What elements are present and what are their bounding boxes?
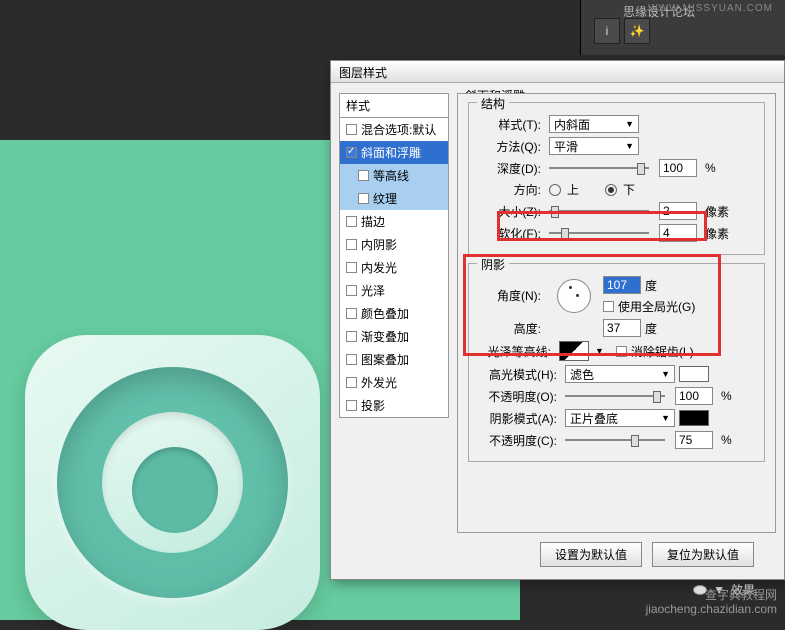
checkbox-icon[interactable] — [346, 262, 357, 273]
wand-icon[interactable]: ✨ — [624, 18, 650, 44]
sidebar-item-label: 渐变叠加 — [361, 328, 409, 345]
dialog-buttons: 设置为默认值 复位为默认值 — [540, 542, 754, 567]
depth-unit: % — [705, 161, 716, 175]
set-default-button[interactable]: 设置为默认值 — [540, 542, 642, 567]
sidebar-item[interactable]: 纹理 — [340, 187, 448, 210]
highlight-mode-select[interactable]: 滤色▼ — [565, 365, 675, 383]
style-sidebar: 样式 混合选项:默认斜面和浮雕等高线纹理描边内阴影内发光光泽颜色叠加渐变叠加图案… — [339, 93, 449, 418]
highlight-opacity-unit: % — [721, 389, 732, 403]
chevron-down-icon: ▼ — [661, 369, 670, 379]
direction-up-radio[interactable] — [549, 184, 561, 196]
direction-label: 方向: — [479, 181, 541, 198]
artwork-inner — [102, 412, 243, 553]
checkbox-icon[interactable] — [346, 354, 357, 365]
sidebar-list: 混合选项:默认斜面和浮雕等高线纹理描边内阴影内发光光泽颜色叠加渐变叠加图案叠加外… — [339, 117, 449, 418]
sidebar-item-label: 投影 — [361, 397, 385, 414]
shadow-opacity-input[interactable]: 75 — [675, 431, 713, 449]
shadow-color-swatch[interactable] — [679, 410, 709, 426]
highlight-color-swatch[interactable] — [679, 366, 709, 382]
sidebar-item[interactable]: 描边 — [340, 210, 448, 233]
checkbox-icon[interactable] — [346, 124, 357, 135]
sidebar-header: 样式 — [339, 93, 449, 117]
checkbox-icon[interactable] — [358, 170, 369, 181]
style-label: 样式(T): — [479, 116, 541, 133]
style-select[interactable]: 内斜面▼ — [549, 115, 639, 133]
sidebar-item-label: 描边 — [361, 213, 385, 230]
shadow-opacity-unit: % — [721, 433, 732, 447]
depth-input[interactable]: 100 — [659, 159, 697, 177]
sidebar-item[interactable]: 光泽 — [340, 279, 448, 302]
highlight-shadow — [463, 254, 721, 356]
checkbox-icon[interactable] — [346, 308, 357, 319]
checkbox-icon[interactable] — [346, 400, 357, 411]
direction-down-label: 下 — [623, 181, 635, 198]
direction-down-radio[interactable] — [605, 184, 617, 196]
app-toolbar: 思缘设计论坛 WWW.MISSYUAN.COM i ✨ — [580, 0, 785, 55]
sidebar-item-label: 外发光 — [361, 374, 397, 391]
depth-slider[interactable] — [549, 161, 649, 175]
chevron-down-icon: ▼ — [625, 141, 634, 151]
highlight-opacity-input[interactable]: 100 — [675, 387, 713, 405]
watermark-top: WWW.MISSYUAN.COM — [648, 3, 773, 14]
chevron-down-icon: ▼ — [625, 119, 634, 129]
sidebar-item[interactable]: 投影 — [340, 394, 448, 417]
sidebar-item-label: 等高线 — [373, 167, 409, 184]
shadow-fieldset: 阴影 角度(N): 107 度 使用全局光(G) 高度: — [468, 263, 765, 462]
highlight-opacity-label: 不透明度(O): — [479, 388, 557, 405]
sidebar-item-label: 光泽 — [361, 282, 385, 299]
sidebar-item-label: 颜色叠加 — [361, 305, 409, 322]
structure-legend: 结构 — [477, 95, 509, 112]
sidebar-item-label: 混合选项:默认 — [361, 121, 436, 138]
method-label: 方法(Q): — [479, 138, 541, 155]
sidebar-item-label: 图案叠加 — [361, 351, 409, 368]
checkbox-icon[interactable] — [346, 239, 357, 250]
artwork-icon — [25, 335, 320, 630]
structure-fieldset: 结构 样式(T): 内斜面▼ 方法(Q): 平滑▼ 深度(D): 100 % 方… — [468, 102, 765, 255]
sidebar-item[interactable]: 等高线 — [340, 164, 448, 187]
sidebar-item-label: 内发光 — [361, 259, 397, 276]
direction-up-label: 上 — [567, 181, 579, 198]
info-icon[interactable]: i — [594, 18, 620, 44]
artwork-core — [132, 447, 218, 533]
checkbox-icon[interactable] — [346, 285, 357, 296]
highlight-direction — [497, 211, 707, 241]
sidebar-item-label: 纹理 — [373, 190, 397, 207]
soften-unit: 像素 — [705, 225, 729, 242]
sidebar-item[interactable]: 渐变叠加 — [340, 325, 448, 348]
layer-style-dialog: 图层样式 样式 混合选项:默认斜面和浮雕等高线纹理描边内阴影内发光光泽颜色叠加渐… — [330, 60, 785, 580]
highlight-mode-label: 高光模式(H): — [479, 366, 557, 383]
sidebar-item-label: 内阴影 — [361, 236, 397, 253]
shadow-opacity-slider[interactable] — [565, 433, 665, 447]
sidebar-item-label: 斜面和浮雕 — [361, 144, 421, 161]
sidebar-item[interactable]: 颜色叠加 — [340, 302, 448, 325]
checkbox-icon[interactable] — [358, 193, 369, 204]
checkbox-icon[interactable] — [346, 377, 357, 388]
sidebar-item[interactable]: 内发光 — [340, 256, 448, 279]
sidebar-item[interactable]: 外发光 — [340, 371, 448, 394]
size-unit: 像素 — [705, 203, 729, 220]
shadow-mode-label: 阴影模式(A): — [479, 410, 557, 427]
shadow-opacity-label: 不透明度(C): — [479, 432, 557, 449]
options-panel: 结构 样式(T): 内斜面▼ 方法(Q): 平滑▼ 深度(D): 100 % 方… — [457, 93, 776, 533]
dialog-title: 图层样式 — [331, 61, 784, 83]
method-select[interactable]: 平滑▼ — [549, 137, 639, 155]
depth-label: 深度(D): — [479, 160, 541, 177]
shadow-mode-select[interactable]: 正片叠底▼ — [565, 409, 675, 427]
watermark-bottom: 查字典教程网 jiaocheng.chazidian.com — [646, 588, 777, 616]
sidebar-item[interactable]: 内阴影 — [340, 233, 448, 256]
sidebar-item[interactable]: 斜面和浮雕 — [340, 141, 448, 164]
artwork-ring — [57, 367, 288, 598]
reset-default-button[interactable]: 复位为默认值 — [652, 542, 754, 567]
sidebar-item[interactable]: 图案叠加 — [340, 348, 448, 371]
checkbox-icon[interactable] — [346, 147, 357, 158]
sidebar-item[interactable]: 混合选项:默认 — [340, 118, 448, 141]
checkbox-icon[interactable] — [346, 216, 357, 227]
chevron-down-icon: ▼ — [661, 413, 670, 423]
checkbox-icon[interactable] — [346, 331, 357, 342]
highlight-opacity-slider[interactable] — [565, 389, 665, 403]
